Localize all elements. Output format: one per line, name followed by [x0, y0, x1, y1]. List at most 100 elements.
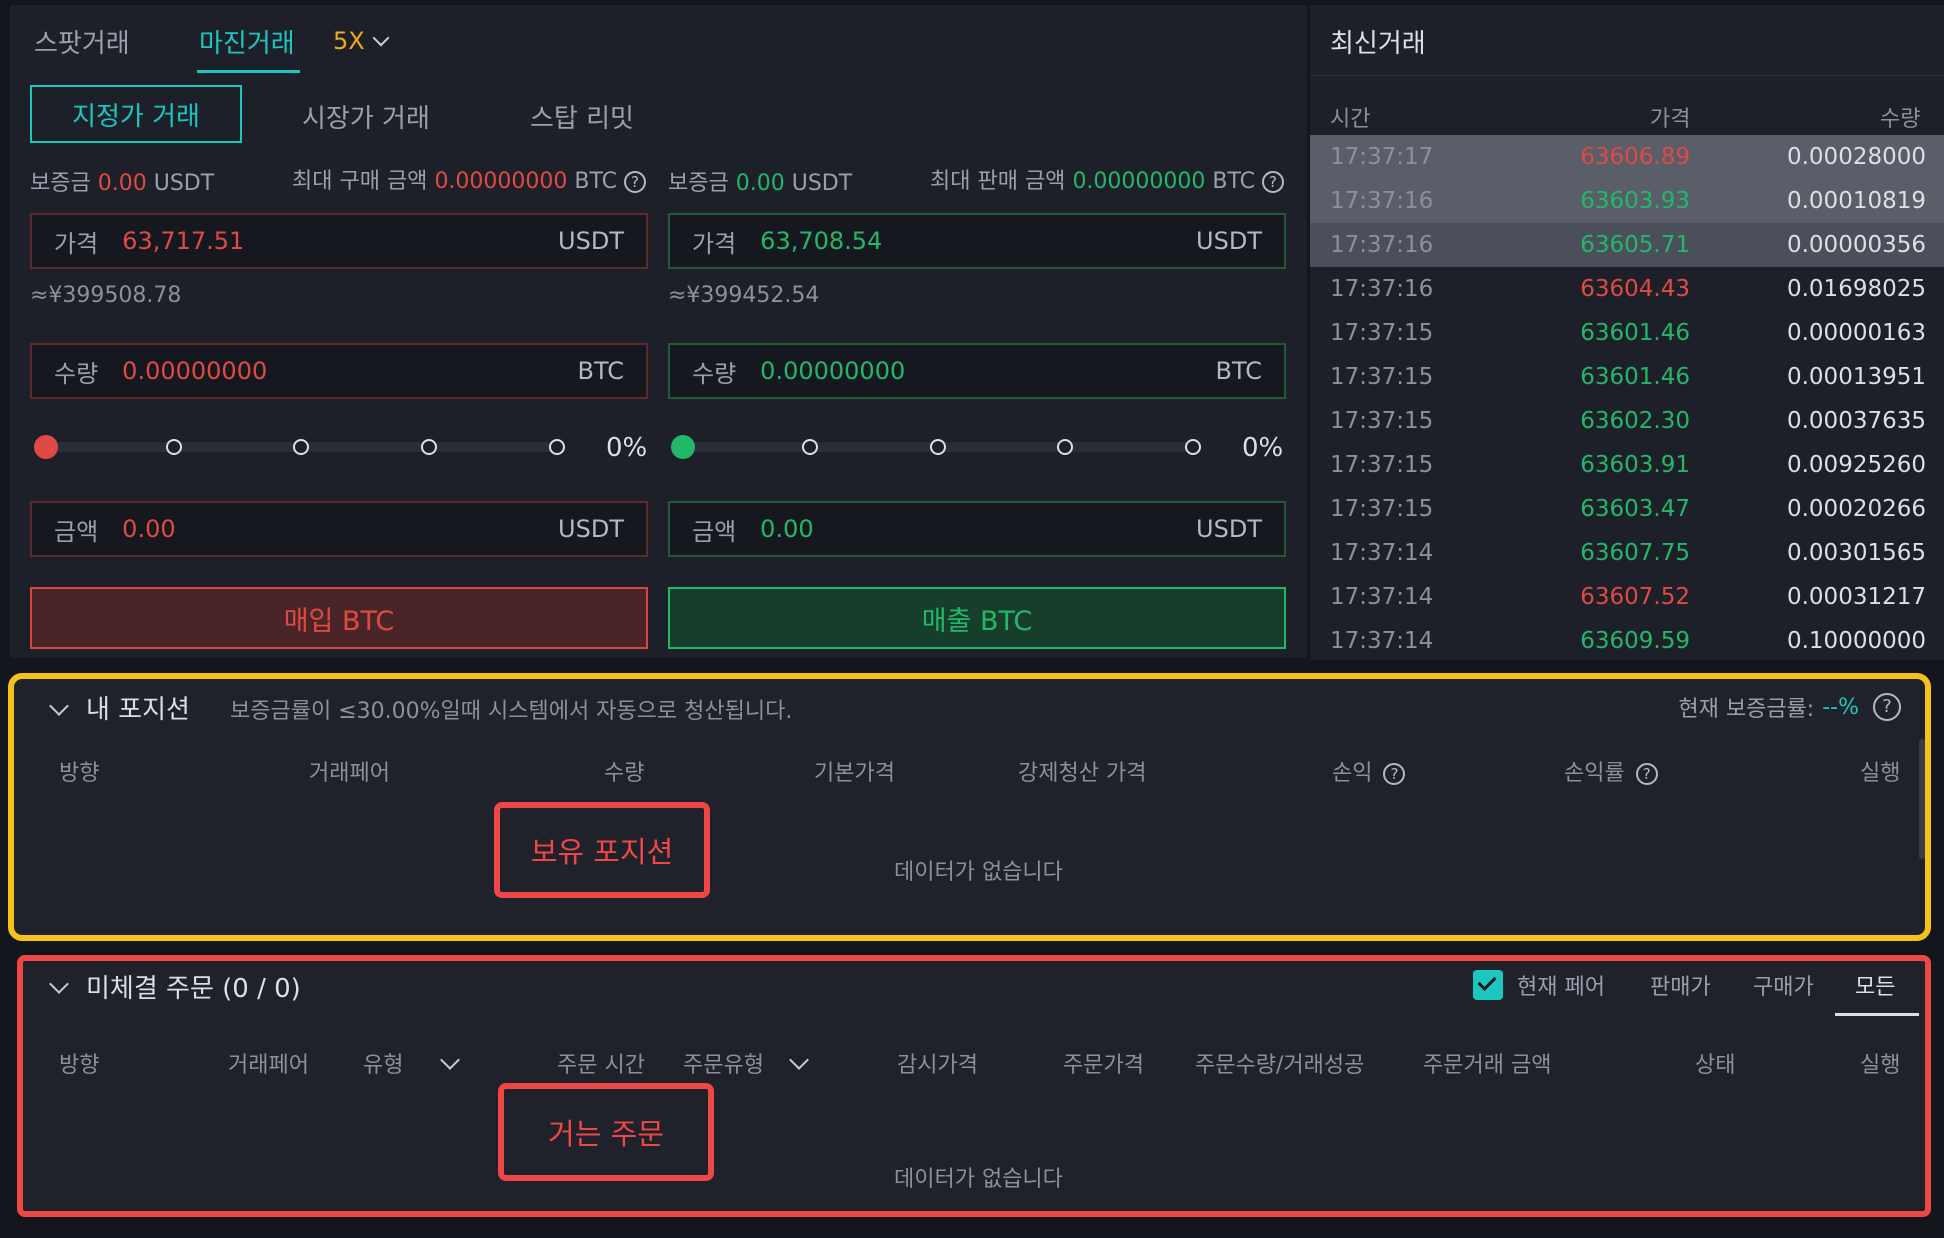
sell-btc-button[interactable]: 매출 BTC [668, 587, 1286, 649]
buy-slider-step-100[interactable] [549, 439, 565, 455]
buy-price-field[interactable]: 가격 63,717.51 USDT [30, 213, 648, 269]
trade-panel: 스팟거래 마진거래 5X 지정가 거래 시장가 거래 스탑 리밋 보증금 0.0… [10, 5, 1307, 658]
pos-col-direction: 방향 [59, 761, 100, 786]
ord-col-order-type-label: 주문유형 [683, 1053, 764, 1078]
ord-col-type[interactable]: 유형 [363, 1047, 461, 1079]
trade-qty: 0.00301565 [1786, 540, 1926, 566]
sell-price-field[interactable]: 가격 63,708.54 USDT [668, 213, 1286, 269]
buy-margin-info: 보증금 0.00 USDT [30, 171, 215, 196]
trade-row[interactable]: 17:37:15 63603.91 0.00925260 [1310, 443, 1944, 487]
buy-slider-step-75[interactable] [421, 439, 437, 455]
latest-trades-title: 최신거래 [1330, 29, 1426, 59]
trade-row[interactable]: 17:37:15 63601.46 0.00013951 [1310, 355, 1944, 399]
filter-sell[interactable]: 판매가 [1650, 969, 1711, 1001]
tab-spot[interactable]: 스팟거래 [34, 23, 130, 60]
trade-row[interactable]: 17:37:15 63602.30 0.00037635 [1310, 399, 1944, 443]
help-icon[interactable]: ? [1262, 171, 1285, 193]
trade-row[interactable]: 17:37:14 63607.52 0.00031217 [1310, 575, 1944, 619]
sell-price-unit: USDT [1196, 227, 1262, 255]
buy-max-info: 최대 구매 금액 0.00000000 BTC ? [292, 163, 647, 195]
buy-amount-field[interactable]: 금액 0.00 USDT [30, 501, 648, 557]
buy-percent: 0% [606, 433, 648, 463]
margin-rate-value: --% [1822, 694, 1859, 720]
filter-all[interactable]: 모든 [1855, 969, 1895, 1001]
order-type-stop-limit[interactable]: 스탑 리밋 [530, 98, 634, 135]
order-type-market[interactable]: 시장가 거래 [302, 98, 430, 135]
latest-header-price: 가격 [1650, 107, 1691, 132]
trade-price: 63607.75 [1580, 540, 1690, 566]
trade-qty: 0.00031217 [1786, 584, 1926, 610]
trade-price: 63601.46 [1580, 320, 1690, 346]
sell-qty-unit: BTC [1215, 357, 1262, 385]
sell-amount-unit: USDT [1196, 515, 1262, 543]
sell-percent: 0% [1242, 433, 1284, 463]
pos-col-pnl: 손익 ? [1332, 755, 1406, 787]
pending-order-annotation: 거는 주문 [498, 1083, 714, 1181]
buy-qty-field[interactable]: 수량 0.00000000 BTC [30, 343, 648, 399]
ord-col-order-type[interactable]: 주문유형 [683, 1047, 809, 1079]
order-type-limit[interactable]: 지정가 거래 [30, 85, 242, 143]
trade-row[interactable]: 17:37:15 63601.46 0.00000163 [1310, 311, 1944, 355]
buy-slider-step-25[interactable] [166, 439, 182, 455]
scrollbar[interactable] [1919, 739, 1925, 859]
buy-slider-step-50[interactable] [293, 439, 309, 455]
trade-row[interactable]: 17:37:15 63603.47 0.00020266 [1310, 487, 1944, 531]
collapse-chevron-icon[interactable] [49, 696, 69, 716]
trade-row[interactable]: 17:37:17 63606.89 0.00028000 [1310, 135, 1944, 179]
trade-qty: 0.00925260 [1786, 452, 1926, 478]
latest-trades-list: 17:37:17 63606.89 0.00028000 17:37:16 63603.… [1310, 135, 1944, 660]
sell-qty-field[interactable]: 수량 0.00000000 BTC [668, 343, 1286, 399]
buy-price-label: 가격 [54, 229, 99, 258]
orders-empty-text: 데이터가 없습니다 [894, 1167, 1063, 1192]
trade-time: 17:37:14 [1330, 540, 1434, 566]
buy-btc-button[interactable]: 매입 BTC [30, 587, 648, 649]
help-icon[interactable]: ? [1873, 693, 1901, 721]
current-pair-label: 현재 페어 [1517, 975, 1605, 1000]
current-pair-filter[interactable]: 현재 페어 [1473, 969, 1605, 1001]
trade-row[interactable]: 17:37:14 63609.59 0.10000000 [1310, 619, 1944, 663]
sell-amount-field[interactable]: 금액 0.00 USDT [668, 501, 1286, 557]
liquidation-notice: 보증금률이 ≤30.00%일때 시스템에서 자동으로 청산됩니다. [230, 699, 793, 724]
trade-time: 17:37:16 [1330, 188, 1434, 214]
trade-qty: 0.00000163 [1786, 320, 1926, 346]
checkbox-checked-icon[interactable] [1473, 970, 1503, 1000]
pos-col-base-price: 기본가격 [814, 761, 895, 786]
sell-slider-step-25[interactable] [802, 439, 818, 455]
help-icon[interactable]: ? [1635, 763, 1658, 785]
collapse-chevron-icon[interactable] [49, 974, 69, 994]
sell-price-label: 가격 [692, 229, 737, 258]
sell-slider-handle[interactable] [671, 435, 695, 459]
trade-row[interactable]: 17:37:16 63604.43 0.01698025 [1310, 267, 1944, 311]
buy-price-value: 63,717.51 [122, 227, 245, 255]
help-icon[interactable]: ? [1383, 763, 1406, 785]
latest-header-qty: 수량 [1880, 107, 1921, 132]
buy-qty-value: 0.00000000 [122, 357, 268, 385]
sell-slider-step-100[interactable] [1185, 439, 1201, 455]
trade-row[interactable]: 17:37:16 63605.71 0.00000356 [1310, 223, 1944, 267]
sell-slider-step-75[interactable] [1057, 439, 1073, 455]
trade-row[interactable]: 17:37:14 63607.75 0.00301565 [1310, 531, 1944, 575]
ord-col-status: 상태 [1695, 1053, 1736, 1078]
sell-price-value: 63,708.54 [760, 227, 883, 255]
latest-trades-panel: 최신거래 시간 가격 수량 17:37:17 63606.89 0.00028000… [1310, 5, 1944, 660]
trade-qty: 0.00037635 [1786, 408, 1926, 434]
help-icon[interactable]: ? [624, 171, 647, 193]
sell-slider-step-50[interactable] [930, 439, 946, 455]
trade-qty: 0.00020266 [1786, 496, 1926, 522]
buy-slider-handle[interactable] [34, 435, 58, 459]
trade-price: 63603.93 [1580, 188, 1690, 214]
positions-title: 내 포지션 [86, 695, 190, 725]
chevron-down-icon [440, 1050, 461, 1070]
leverage-select[interactable]: 5X [333, 27, 390, 55]
trade-row[interactable]: 17:37:16 63603.93 0.00010819 [1310, 179, 1944, 223]
ord-col-pair: 거래페어 [228, 1053, 309, 1078]
ord-col-qty-filled: 주문수량/거래성공 [1195, 1053, 1365, 1078]
ord-col-trigger-price: 감시가격 [897, 1053, 978, 1078]
filter-buy[interactable]: 구매가 [1753, 969, 1814, 1001]
pos-col-qty: 수량 [604, 761, 645, 786]
ord-col-action: 실행 [1860, 1053, 1901, 1078]
trade-time: 17:37:15 [1330, 496, 1434, 522]
tab-margin[interactable]: 마진거래 [199, 23, 295, 60]
trade-qty: 0.00028000 [1786, 144, 1926, 170]
pos-col-pair: 거래페어 [309, 761, 390, 786]
